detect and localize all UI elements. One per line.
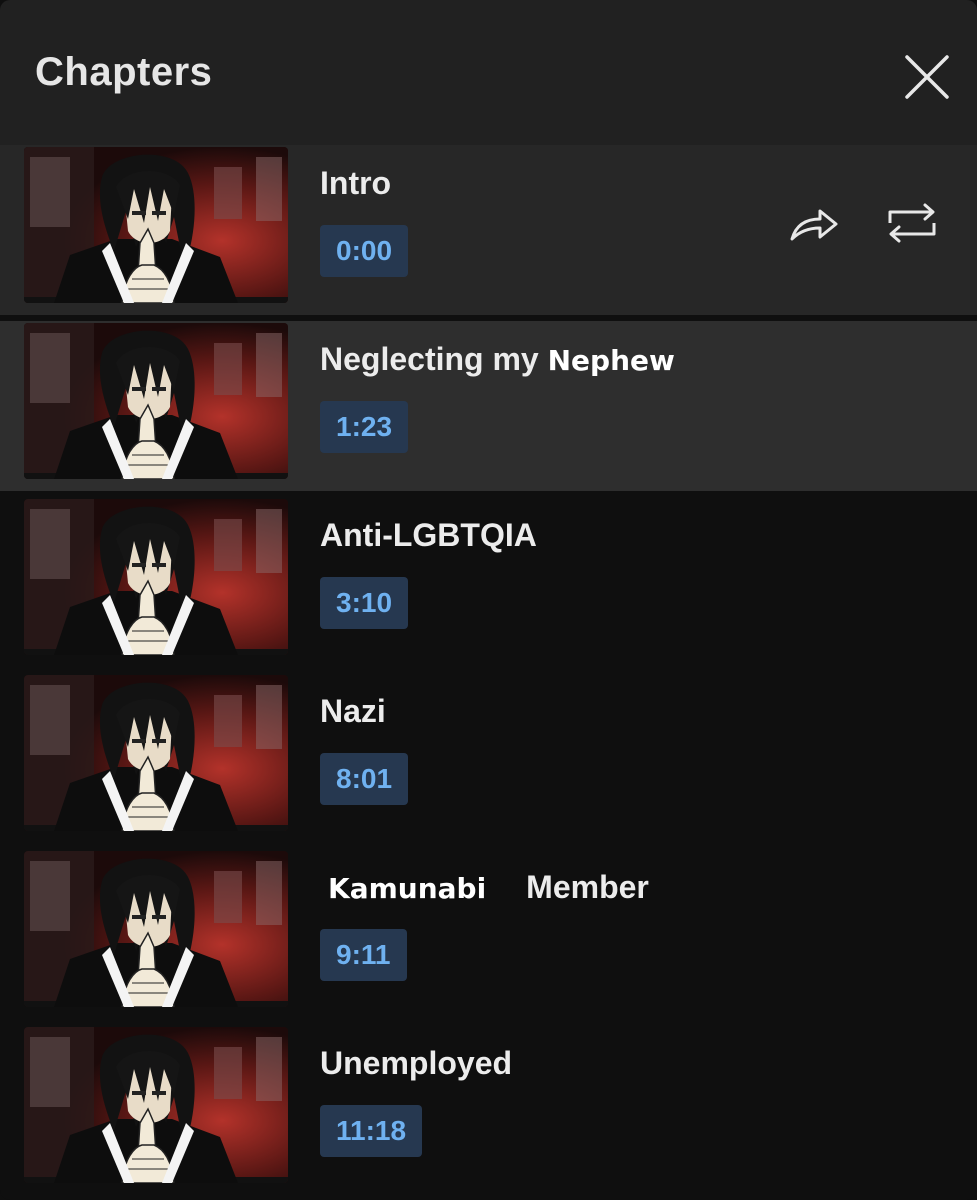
repeat-icon [888, 203, 936, 243]
chapter-title: Anti-LGBTQIA [320, 517, 537, 554]
chapter-row[interactable]: Nazi 8:01 [0, 673, 977, 843]
chapter-title-text: Intro [320, 165, 392, 201]
chapter-timestamp[interactable]: 11:18 [320, 1105, 423, 1157]
thumbnail-image [24, 851, 288, 1007]
thumbnail-image [24, 499, 288, 655]
chapter-row[interactable]: Unemployed 11:18 [0, 1025, 977, 1195]
chapter-timestamp[interactable]: 9:11 [320, 929, 407, 981]
thumbnail-image [24, 1027, 288, 1183]
panel-title: Chapters [35, 50, 213, 94]
chapter-list: Intro 0:00 Neglecting my Nephew 1:23 Ant… [0, 145, 977, 1200]
chapter-title: Neglecting my Nephew [320, 341, 675, 378]
chapter-row[interactable]: Intro 0:00 [0, 145, 977, 315]
chapter-title-text: Member [526, 869, 649, 905]
chapter-row[interactable]: Neglecting my Nephew 1:23 [0, 321, 977, 491]
chapter-title: Intro [320, 165, 391, 202]
chapter-row[interactable]: Kamunabi Member 9:11 [0, 849, 977, 1019]
share-icon [790, 209, 838, 241]
chapter-thumbnail [24, 323, 288, 479]
loop-button[interactable] [882, 193, 942, 253]
chapter-timestamp[interactable]: 0:00 [320, 225, 409, 277]
chapter-thumbnail [24, 147, 288, 303]
chapter-thumbnail [24, 851, 288, 1007]
chapter-title: Nazi [320, 693, 386, 730]
panel-header: Chapters [0, 0, 977, 146]
thumbnail-image [24, 323, 288, 479]
chapter-title-text: Nazi [320, 693, 386, 729]
chapter-timestamp[interactable]: 1:23 [320, 401, 409, 453]
chapter-title-text: Anti-LGBTQIA [320, 517, 537, 553]
share-button[interactable] [784, 193, 844, 253]
chapter-thumbnail [24, 499, 288, 655]
chapter-title: Kamunabi Member [328, 869, 649, 906]
chapter-title-text: Neglecting my [320, 341, 548, 377]
close-button[interactable] [898, 48, 956, 106]
chapter-row[interactable]: Anti-LGBTQIA 3:10 [0, 497, 977, 667]
thumbnail-image [24, 675, 288, 831]
close-icon [905, 55, 949, 99]
chapter-title-text: Unemployed [320, 1045, 513, 1081]
chapters-panel: Chapters Intro 0:00 Neglecting my Nephew… [0, 0, 977, 1200]
thumbnail-image [24, 147, 288, 303]
chapter-title-overlay: Kamunabi [328, 872, 487, 905]
chapter-timestamp[interactable]: 8:01 [320, 753, 409, 805]
chapter-title: Unemployed [320, 1045, 512, 1082]
chapter-thumbnail [24, 675, 288, 831]
chapter-thumbnail [24, 1027, 288, 1183]
chapter-timestamp[interactable]: 3:10 [320, 577, 409, 629]
chapter-title-overlay: Nephew [547, 344, 675, 377]
